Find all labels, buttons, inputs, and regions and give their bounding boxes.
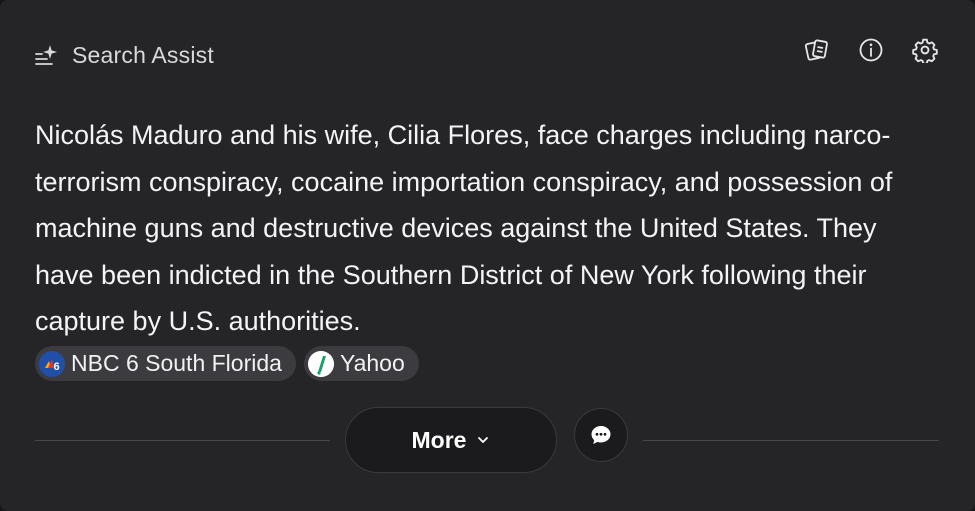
- source-chip-label: NBC 6 South Florida: [71, 350, 282, 376]
- yahoo-logo: [307, 350, 334, 377]
- settings-button[interactable]: [909, 36, 941, 68]
- info-button[interactable]: [855, 36, 887, 68]
- gear-icon: [912, 37, 938, 68]
- search-assist-header: Search Assist: [34, 38, 214, 72]
- source-chip-yahoo[interactable]: Yahoo: [303, 346, 419, 381]
- info-icon: [858, 37, 884, 68]
- divider-right: [643, 440, 939, 441]
- header-tools: [801, 36, 941, 68]
- chat-button[interactable]: [574, 408, 628, 462]
- source-chip-label: Yahoo: [339, 350, 405, 376]
- sparkle-list-icon: [34, 43, 58, 67]
- nbc6-logo: 6: [39, 350, 65, 377]
- search-assist-card: Search Assist Nicolás Maduro and his wif…: [0, 0, 975, 511]
- chevron-down-icon: [476, 433, 490, 447]
- chat-bubble-icon: [589, 423, 613, 447]
- svg-text:6: 6: [54, 361, 60, 373]
- more-button-label: More: [411, 426, 467, 453]
- sources-button[interactable]: [801, 36, 833, 68]
- divider-left: [35, 440, 330, 441]
- more-button[interactable]: More: [345, 407, 557, 473]
- answer-text: Nicolás Maduro and his wife, Cilia Flore…: [35, 120, 893, 336]
- source-chips: 6 NBC 6 South Florida Yahoo: [35, 346, 419, 381]
- source-chip-nbc6[interactable]: 6 NBC 6 South Florida: [35, 346, 296, 381]
- sources-icon: [804, 37, 830, 68]
- search-assist-title: Search Assist: [72, 41, 214, 68]
